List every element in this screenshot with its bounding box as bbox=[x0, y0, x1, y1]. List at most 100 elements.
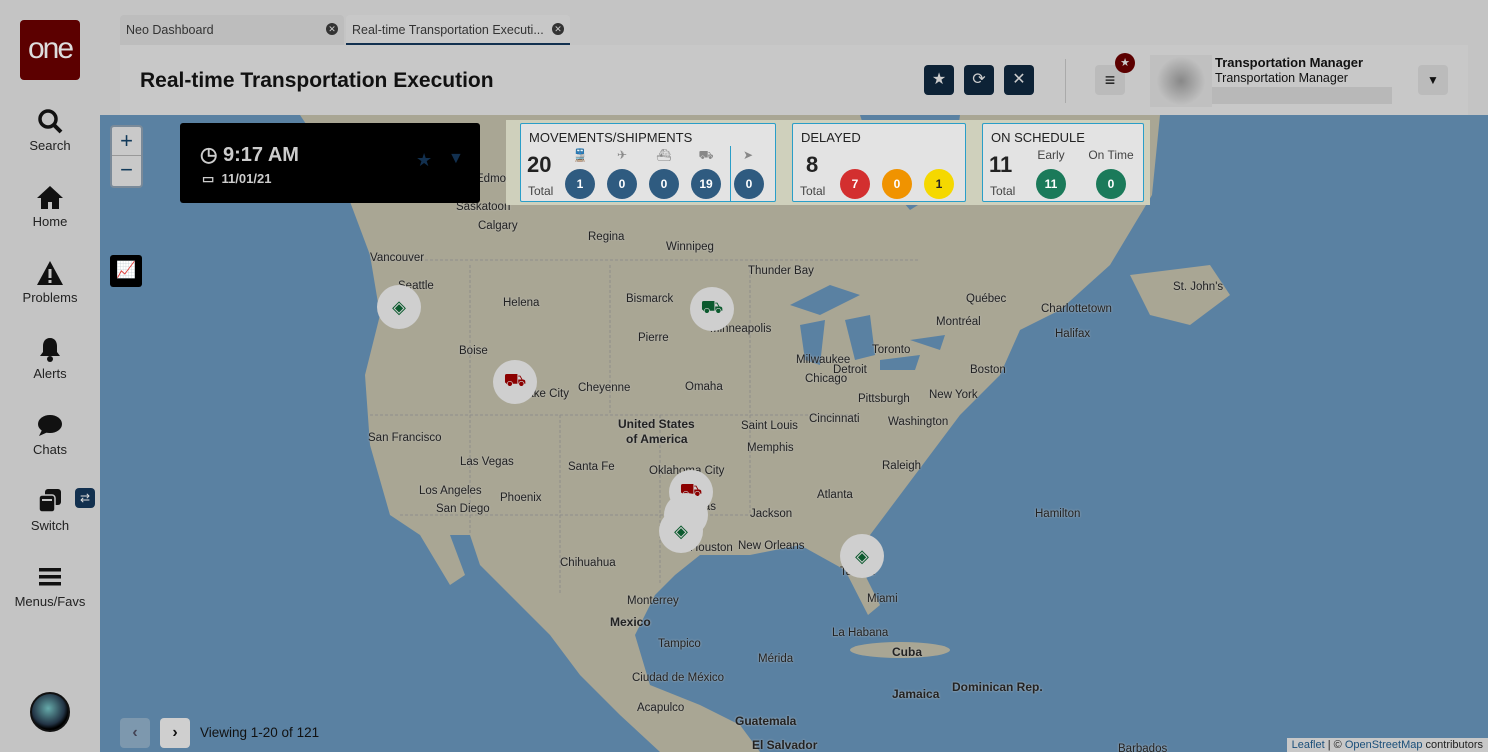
map-place-label: Chihuahua bbox=[560, 557, 616, 569]
divider bbox=[730, 146, 731, 201]
tab-label: Neo Dashboard bbox=[126, 23, 214, 37]
map-place-label: Pierre bbox=[638, 332, 669, 344]
early-count[interactable]: 11 bbox=[1036, 169, 1066, 199]
zoom-in-button[interactable]: + bbox=[112, 127, 141, 156]
sidebar-label: Switch bbox=[30, 518, 70, 533]
map-place-label: Pittsburgh bbox=[858, 393, 910, 405]
kpi-total: 8 bbox=[806, 152, 819, 177]
clock-icon: ◷ bbox=[200, 144, 224, 166]
on-time-label: On Time bbox=[1088, 148, 1134, 162]
user-role: Transportation Manager bbox=[1215, 71, 1348, 85]
sidebar-label: Home bbox=[32, 214, 68, 229]
page-title: Real-time Transportation Execution bbox=[140, 69, 494, 92]
air-count[interactable]: 0 bbox=[607, 169, 637, 199]
map-place-label: Boise bbox=[459, 345, 488, 357]
delayed-red-count[interactable]: 7 bbox=[840, 169, 870, 199]
filter-icon[interactable]: ▼ bbox=[448, 150, 464, 168]
map-place-label: Las Vegas bbox=[460, 456, 514, 468]
sidebar-item-home[interactable]: Home bbox=[0, 184, 100, 229]
next-page-button[interactable]: › bbox=[160, 718, 190, 748]
close-button[interactable]: ✕ bbox=[1004, 65, 1034, 95]
app-logo[interactable]: one bbox=[20, 20, 80, 80]
shipment-cluster-marker[interactable]: ◈ bbox=[840, 534, 884, 578]
on-time-count[interactable]: 0 bbox=[1096, 169, 1126, 199]
windows-icon bbox=[38, 489, 61, 513]
close-tab-icon[interactable]: ✕ bbox=[326, 23, 338, 35]
map-place-label: United States bbox=[618, 417, 695, 431]
search-icon bbox=[38, 109, 63, 134]
map-place-label: Dominican Rep. bbox=[952, 680, 1043, 694]
map-place-label: Mexico bbox=[610, 615, 651, 629]
sidebar-label: Menus/Favs bbox=[14, 594, 86, 609]
previous-page-button[interactable]: ‹ bbox=[120, 718, 150, 748]
kpi-total-label: Total bbox=[528, 184, 554, 198]
map-place-label: St. John's bbox=[1173, 281, 1224, 293]
star-icon: ★ bbox=[931, 71, 947, 88]
kpi-delayed[interactable]: DELAYED 8 Total 7 0 1 bbox=[792, 123, 966, 202]
warning-icon bbox=[37, 261, 63, 285]
switch-arrows-icon[interactable]: ⇄ bbox=[75, 488, 95, 508]
rail-icon: 🚆 bbox=[572, 148, 588, 162]
kpi-movements[interactable]: MOVEMENTS/SHIPMENTS 20 Total 🚆 ✈ ⛴ ⛟ ➤ 1… bbox=[520, 123, 776, 202]
sidebar-item-problems[interactable]: Problems bbox=[0, 260, 100, 305]
on-time-truck-marker[interactable]: ⛟ bbox=[690, 287, 734, 331]
map[interactable]: Edmonton Saskatoon Calgary Regina Winnipeg Va… bbox=[100, 115, 1488, 752]
sidebar-item-search[interactable]: Search bbox=[0, 108, 100, 153]
map-place-label: Guatemala bbox=[735, 714, 797, 728]
map-place-label: Santa Fe bbox=[568, 461, 615, 473]
tab-neo-dashboard[interactable]: Neo Dashboard ✕ bbox=[120, 15, 344, 45]
map-place-label: Mérida bbox=[758, 653, 794, 665]
leaflet-link[interactable]: Leaflet bbox=[1292, 739, 1325, 751]
close-tab-icon[interactable]: ✕ bbox=[552, 23, 564, 35]
favorite-button[interactable]: ★ bbox=[924, 65, 954, 95]
map-place-label: Acapulco bbox=[637, 702, 685, 714]
sidebar-item-chats[interactable]: Chats bbox=[0, 412, 100, 457]
layers-icon: ◈ bbox=[392, 296, 406, 317]
kpi-total: 20 bbox=[527, 152, 552, 177]
sidebar-item-menus-favs[interactable]: Menus/Favs bbox=[0, 564, 100, 609]
shipment-cluster-marker[interactable]: ◈ bbox=[659, 509, 703, 553]
star-icon[interactable]: ★ bbox=[416, 150, 432, 171]
delayed-yellow-count[interactable]: 1 bbox=[924, 169, 954, 199]
map-place-label: Cincinnati bbox=[809, 413, 860, 425]
bell-icon bbox=[40, 338, 60, 362]
kpi-total: 11 bbox=[989, 152, 1013, 177]
kpi-title: ON SCHEDULE bbox=[991, 130, 1085, 145]
ocean-count[interactable]: 0 bbox=[649, 169, 679, 199]
truck-count[interactable]: 19 bbox=[691, 169, 721, 199]
sidebar: one Search Home Problems Alerts Chats Sw… bbox=[0, 0, 100, 752]
parcel-icon: ➤ bbox=[742, 148, 754, 162]
rail-count[interactable]: 1 bbox=[565, 169, 595, 199]
hamburger-icon: ≡ bbox=[1104, 70, 1116, 90]
map-place-label: Regina bbox=[588, 231, 625, 243]
chevron-right-icon: › bbox=[172, 724, 178, 741]
map-place-label: Washington bbox=[888, 416, 949, 428]
sidebar-item-alerts[interactable]: Alerts bbox=[0, 336, 100, 381]
map-place-label: Hamilton bbox=[1035, 508, 1081, 520]
map-place-label: El Salvador bbox=[752, 738, 818, 752]
truck-icon: ⛟ bbox=[700, 297, 724, 317]
map-place-label: Calgary bbox=[478, 220, 518, 232]
tab-real-time-transportation-execution[interactable]: Real-time Transportation Executi... ✕ bbox=[346, 15, 570, 45]
shipment-cluster-marker[interactable]: ◈ bbox=[377, 285, 421, 329]
truck-icon: ⛟ bbox=[698, 148, 714, 162]
divider bbox=[1065, 59, 1066, 103]
kpi-total-label: Total bbox=[800, 184, 826, 198]
current-time: ◷ 9:17 AM bbox=[200, 142, 299, 167]
delayed-truck-marker[interactable]: ⛟ bbox=[493, 360, 537, 404]
map-place-label: Boston bbox=[970, 364, 1006, 376]
map-place-label: Toronto bbox=[872, 344, 911, 356]
kpi-on-schedule[interactable]: ON SCHEDULE 11 Total Early On Time 11 0 bbox=[982, 123, 1144, 202]
refresh-button[interactable]: ⟳ bbox=[964, 65, 994, 95]
map-place-label: Cuba bbox=[892, 645, 922, 659]
user-menu-dropdown[interactable]: ▼ bbox=[1418, 65, 1448, 95]
clock-panel: ◷ 9:17 AM ▭ 11/01/21 ★ ▼ bbox=[180, 123, 480, 203]
assistant-avatar[interactable] bbox=[30, 692, 70, 732]
osm-link[interactable]: OpenStreetMap bbox=[1345, 739, 1423, 751]
zoom-out-button[interactable]: − bbox=[112, 156, 141, 185]
kpi-total-label: Total bbox=[990, 184, 1016, 198]
delayed-orange-count[interactable]: 0 bbox=[882, 169, 912, 199]
parcel-count[interactable]: 0 bbox=[734, 169, 764, 199]
chart-button[interactable]: 📈 bbox=[110, 255, 142, 287]
early-label: Early bbox=[1037, 148, 1065, 162]
